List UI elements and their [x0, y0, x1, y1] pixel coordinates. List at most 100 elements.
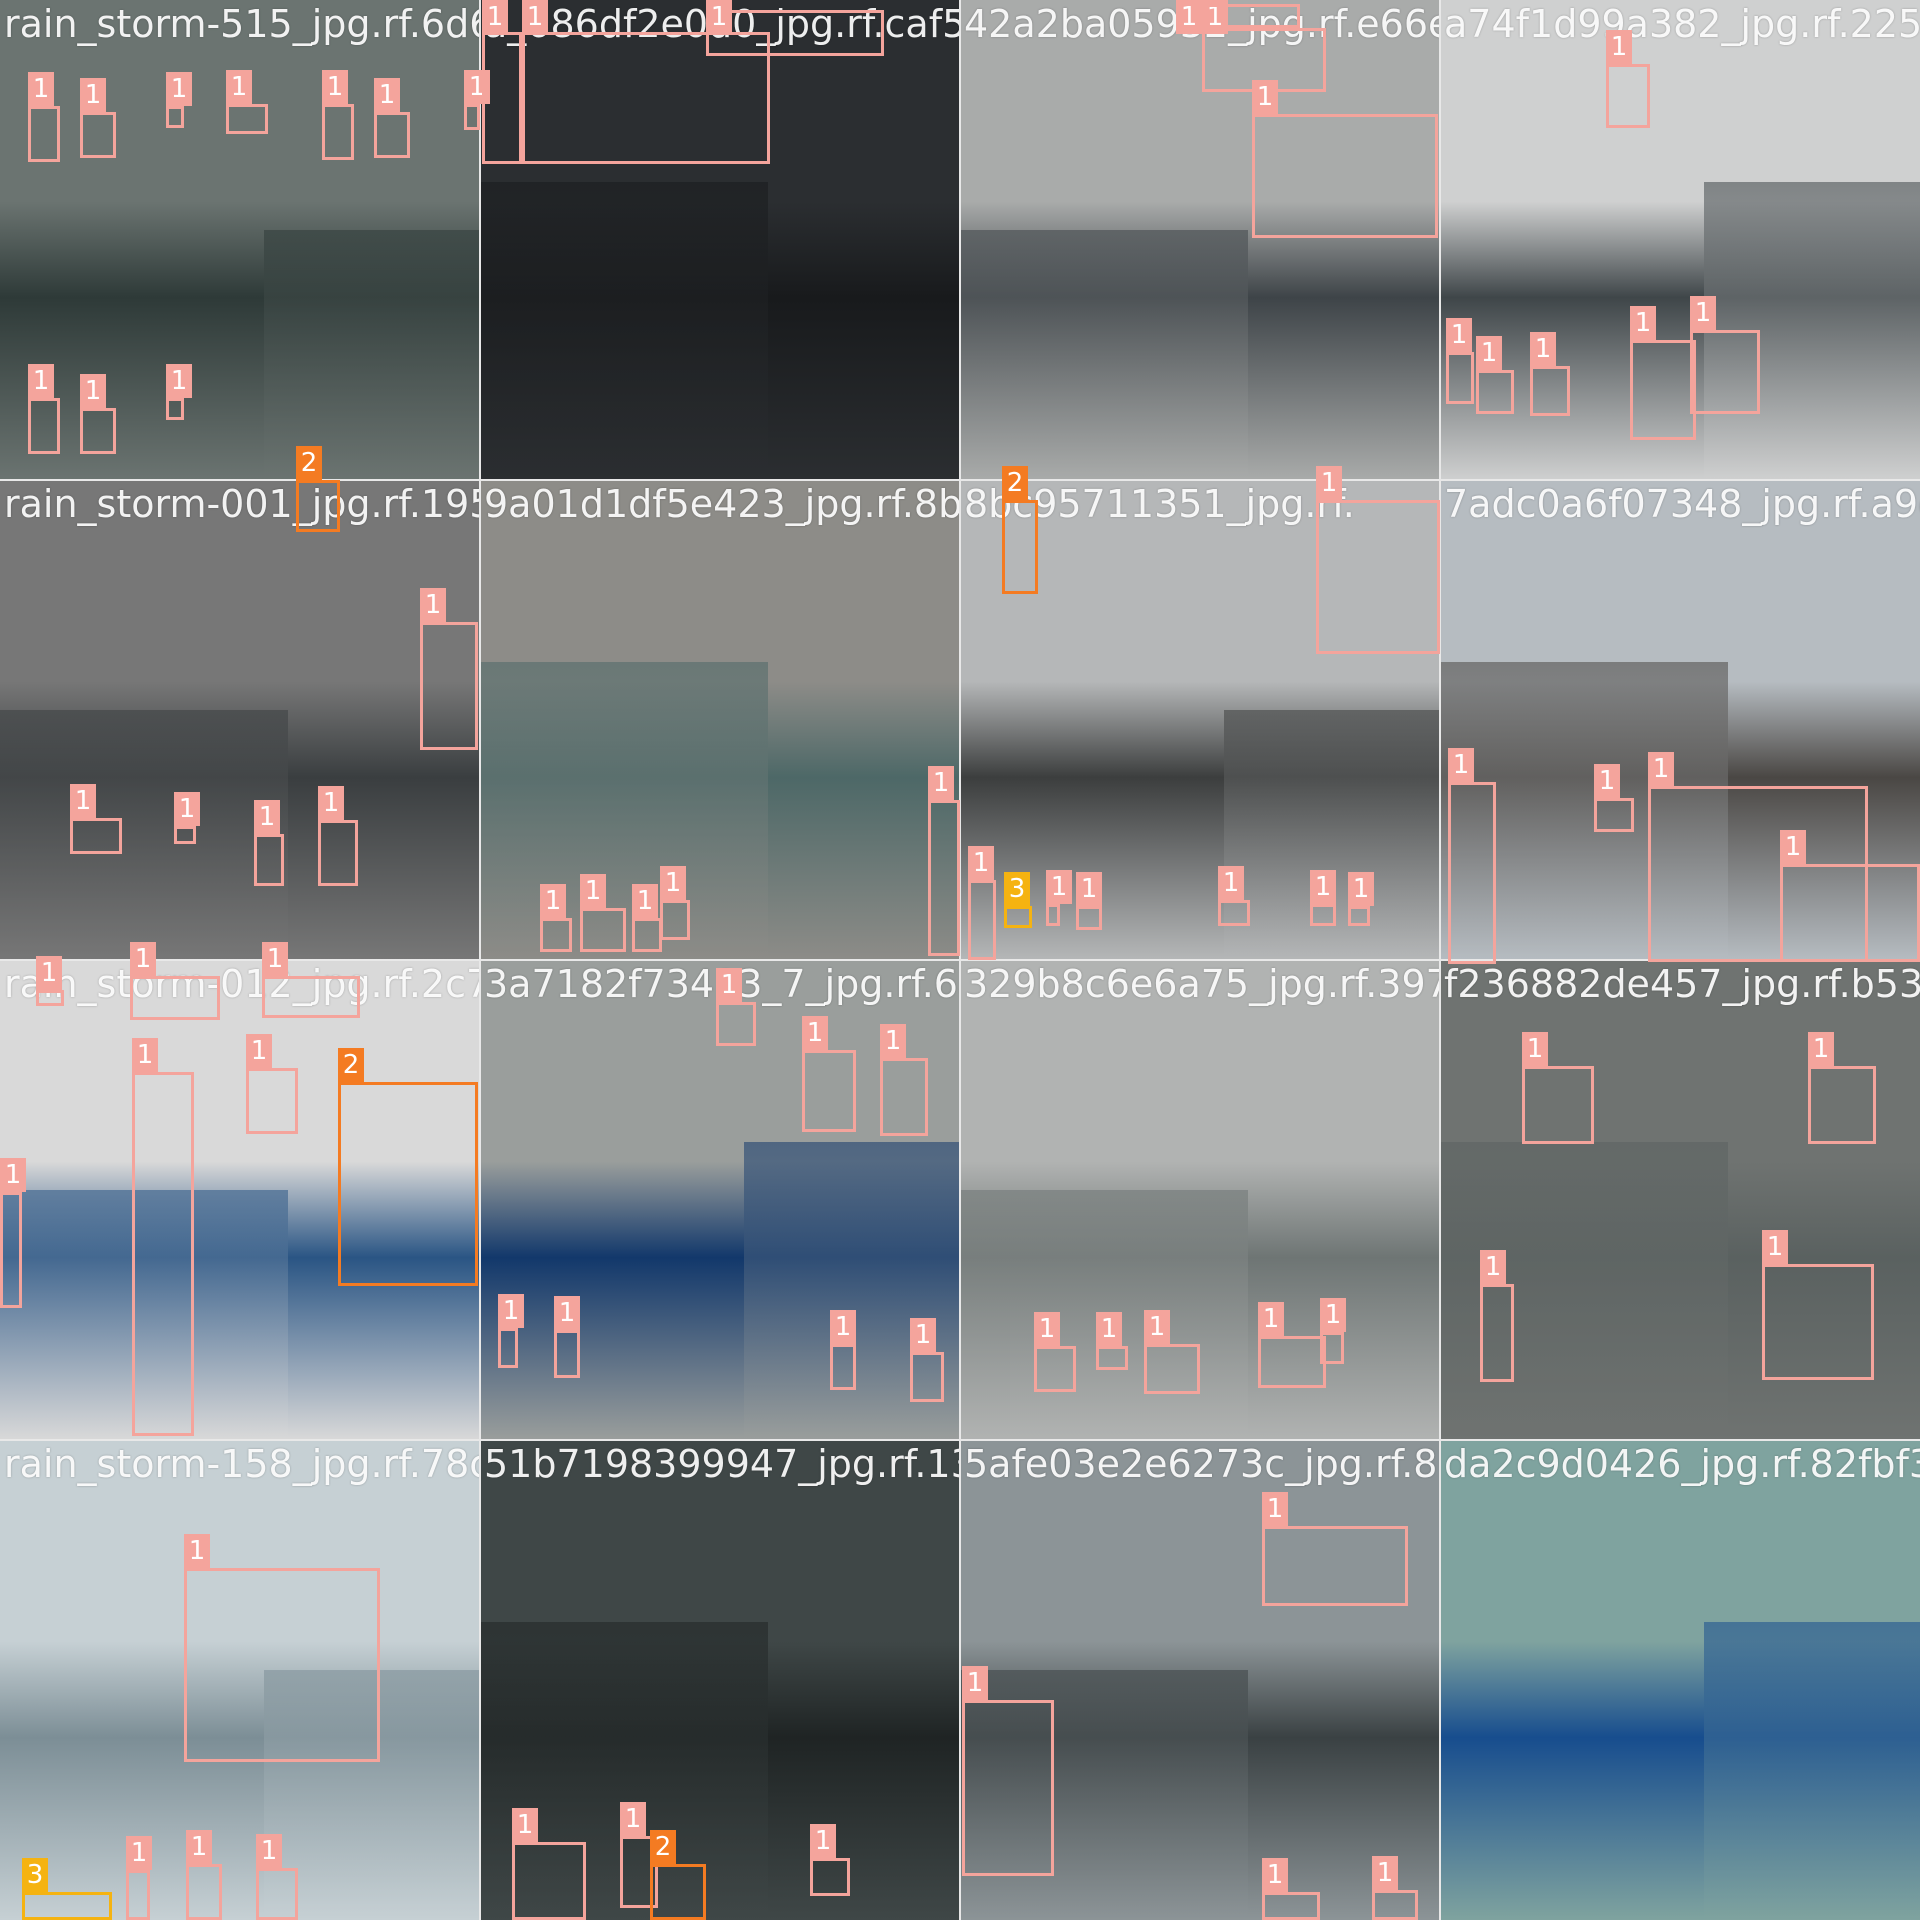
detection-box [1448, 782, 1496, 964]
tile-filename: rain_storm-001_jpg.rf.195a9 [4, 482, 480, 526]
detection-box [256, 1868, 298, 1920]
detection-box [554, 1330, 580, 1378]
tile-subpanel [0, 710, 288, 960]
detection-class-label: 1 [1780, 830, 1806, 864]
detection-class-label: 1 [716, 968, 742, 1002]
detection-class-label: 1 [1176, 0, 1202, 34]
detection-class-label: 1 [1530, 332, 1556, 366]
detection-box [1144, 1344, 1200, 1394]
detection-box [126, 1870, 150, 1920]
detection-class-label: 1 [184, 1534, 210, 1568]
detection-box [254, 834, 284, 886]
detection-class-label: 1 [1252, 80, 1278, 114]
detection-box [1606, 64, 1650, 128]
mosaic-tile: 42a2ba05932_jpg.rf.e66eb [960, 0, 1440, 480]
detection-box [1046, 904, 1060, 926]
detection-box [296, 480, 340, 532]
detection-class-label: 1 [928, 766, 954, 800]
detection-box [262, 976, 360, 1018]
detection-class-label: 1 [1762, 1230, 1788, 1264]
detection-class-label: 1 [660, 866, 686, 900]
detection-box [580, 908, 626, 952]
detection-box [1630, 340, 1696, 440]
detection-box [166, 106, 184, 128]
detection-class-label: 1 [1320, 1298, 1346, 1332]
detection-box [498, 1328, 518, 1368]
detection-class-label: 1 [246, 1034, 272, 1068]
detection-class-label: 1 [28, 72, 54, 106]
detection-class-label: 1 [130, 942, 156, 976]
detection-class-label: 2 [338, 1048, 364, 1082]
detection-box [830, 1344, 856, 1390]
detection-class-label: 1 [1076, 872, 1102, 906]
detection-class-label: 1 [1606, 30, 1632, 64]
detection-class-label: 1 [420, 588, 446, 622]
detection-class-label: 1 [1258, 1302, 1284, 1336]
detection-class-label: 1 [1630, 306, 1656, 340]
detection-box [1316, 500, 1440, 654]
detection-box [374, 112, 410, 158]
detection-box [928, 800, 960, 956]
detection-class-label: 1 [540, 884, 566, 918]
detection-class-label: 2 [650, 1830, 676, 1864]
detection-box [1096, 1346, 1128, 1370]
detection-box [962, 1700, 1054, 1876]
detection-class-label: 1 [166, 72, 192, 106]
grid-separator [0, 959, 1920, 961]
detection-class-label: 1 [1262, 1858, 1288, 1892]
detection-box [1218, 900, 1250, 926]
detection-box [464, 104, 480, 130]
detection-class-label: 1 [0, 1158, 26, 1192]
detection-box [1808, 1066, 1876, 1144]
detection-box [246, 1068, 298, 1134]
detection-class-label: 1 [1096, 1312, 1122, 1346]
tile-filename: rain_storm-158_jpg.rf.78c50 [4, 1442, 480, 1486]
detection-class-label: 1 [70, 784, 96, 818]
detection-box [1002, 500, 1038, 594]
detection-box [1004, 906, 1032, 928]
tile-filename: 7adc0a6f07348_jpg.rf.a9e7c [1444, 482, 1920, 526]
detection-box [322, 104, 354, 160]
detection-class-label: 1 [968, 846, 994, 880]
detection-box [420, 622, 478, 750]
detection-class-label: 1 [80, 374, 106, 408]
detection-class-label: 1 [554, 1296, 580, 1330]
detection-box [632, 918, 662, 952]
detection-box [482, 32, 522, 164]
detection-class-label: 3 [1004, 872, 1030, 906]
detection-class-label: 1 [880, 1024, 906, 1058]
detection-box [650, 1864, 706, 1920]
detection-box [166, 398, 184, 420]
detection-class-label: 1 [1034, 1312, 1060, 1346]
detection-box [660, 900, 690, 940]
detection-class-label: 1 [132, 1038, 158, 1072]
detection-class-label: 1 [186, 1830, 212, 1864]
detection-box [716, 1002, 756, 1046]
detection-mosaic: rain_storm-515_jpg.rf.6d693a_686df2e0d0_… [0, 0, 1920, 1920]
detection-class-label: 1 [1372, 1856, 1398, 1890]
tile-filename: rain_storm-515_jpg.rf.6d693 [4, 2, 480, 46]
detection-class-label: 1 [318, 786, 344, 820]
tile-filename: 51b7198399947_jpg.rf.137ba [484, 1442, 960, 1486]
detection-class-label: 1 [256, 1834, 282, 1868]
detection-class-label: 1 [1690, 296, 1716, 330]
detection-class-label: 1 [830, 1310, 856, 1344]
detection-box [1310, 904, 1336, 926]
detection-box [28, 106, 60, 162]
tile-filename: f236882de457_jpg.rf.b538d [1444, 962, 1920, 1006]
mosaic-tile: da2c9d0426_jpg.rf.82fbf3 [1440, 1440, 1920, 1920]
detection-box [70, 818, 122, 854]
detection-box [1262, 1892, 1320, 1920]
detection-class-label: 1 [962, 1666, 988, 1700]
detection-box [880, 1058, 928, 1136]
detection-box [132, 1072, 194, 1436]
detection-class-label: 1 [632, 884, 658, 918]
detection-class-label: 1 [322, 70, 348, 104]
mosaic-tile: rain_storm-001_jpg.rf.195a9 [0, 480, 480, 960]
tile-filename: 9a01d1df5e423_jpg.rf.8ba67 [484, 482, 960, 526]
detection-class-label: 1 [254, 800, 280, 834]
detection-box [174, 826, 196, 844]
detection-box [810, 1858, 850, 1896]
detection-box [968, 880, 996, 960]
detection-class-label: 1 [1808, 1032, 1834, 1066]
